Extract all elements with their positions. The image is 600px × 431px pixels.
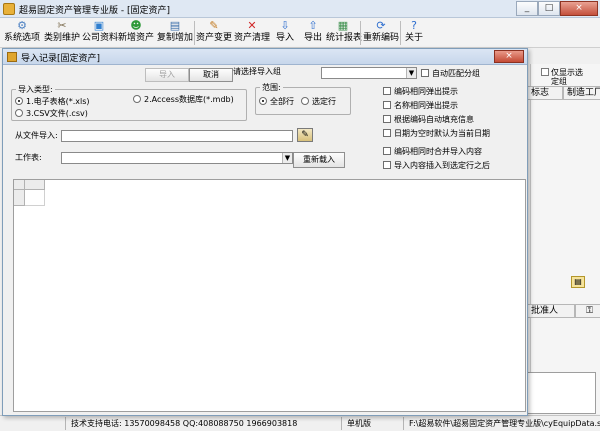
option-insert-after-selected[interactable]: 导入内容插入到选定行之后 xyxy=(383,161,490,171)
option-name-duplicate-prompt[interactable]: 名称相同弹出提示 xyxy=(383,101,458,111)
export-icon: ⇧ xyxy=(308,19,318,32)
toolbar-button-edit[interactable]: ✎ 资产变更 xyxy=(196,19,232,47)
option-code-duplicate-prompt[interactable]: 编码相同弹出提示 xyxy=(383,87,458,97)
option-autofill-by-code[interactable]: 根据编码自动填充信息 xyxy=(383,115,474,125)
option-default-current-date[interactable]: 日期为空时默认为当前日期 xyxy=(383,129,490,139)
toolbar-button-label: 关于 xyxy=(404,33,423,43)
preview-grid[interactable] xyxy=(13,179,526,412)
recode-icon: ⟳ xyxy=(376,19,386,32)
toolbar-separator xyxy=(194,21,195,45)
tools-icon: ✂ xyxy=(57,19,67,32)
report-icon: ▦ xyxy=(337,19,349,32)
from-file-label: 从文件导入: xyxy=(15,131,58,140)
toolbar-button-label: 系统选项 xyxy=(3,33,40,43)
lock-icon: ⚿ xyxy=(575,304,600,318)
toolbar-button-label: 资产清理 xyxy=(234,33,271,43)
browse-file-icon[interactable]: ✎ xyxy=(297,128,313,142)
folder-icon[interactable]: ▤ xyxy=(571,276,585,288)
toolbar-button-label: 类别维护 xyxy=(44,33,81,43)
radio-all-rows[interactable]: 全部行 xyxy=(259,97,294,107)
edit-icon: ✎ xyxy=(209,19,219,32)
worksheet-select[interactable]: ▼ xyxy=(61,152,293,164)
toolbar-button-tools[interactable]: ✂ 类别维护 xyxy=(44,19,80,47)
toolbar-button-label: 统计报表 xyxy=(326,33,363,43)
close-button[interactable]: × xyxy=(560,1,598,16)
toolbar-button-report[interactable]: ▦ 统计报表 xyxy=(326,19,363,47)
statusbar: 技术支持电话: 13570098458 QQ:408088750 1966903… xyxy=(0,415,600,431)
toolbar-button-label: 公司资料 xyxy=(82,33,119,43)
toolbar: ⚙ 系统选项 ✂ 类别维护 ▣ 公司资料 ☻ 新增资产 ▤ 复制增加 ✎ 资产变更 ✕ 资产清理 ⇩ 导入 ⇧ 导… xyxy=(0,18,600,48)
toolbar-separator xyxy=(360,21,361,45)
toolbar-button-folder[interactable]: ▣ 公司资料 xyxy=(82,19,119,47)
radio-access[interactable]: 2.Access数据库(*.mdb) xyxy=(133,95,234,105)
radio-excel[interactable]: 1.电子表格(*.xls) xyxy=(15,97,90,107)
import-group-select[interactable]: ▼ xyxy=(321,67,417,79)
add-user-icon: ☻ xyxy=(130,19,142,32)
delete-icon: ✕ xyxy=(247,19,257,32)
toolbar-button-add-user[interactable]: ☻ 新增资产 xyxy=(118,19,154,47)
grid-cell[interactable] xyxy=(25,190,45,206)
chevron-down-icon: ▼ xyxy=(406,68,416,78)
column-header-manufacturer[interactable]: 制造工厂 xyxy=(563,86,600,100)
dialog-icon xyxy=(7,52,17,62)
background-right-panel: 仅显示选 定组 标志 制造工厂 ▤ 批准人 ⚿ xyxy=(527,64,600,414)
status-support: 技术支持电话: 13570098458 QQ:408088750 1966903… xyxy=(68,417,342,430)
toolbar-button-settings[interactable]: ⚙ 系统选项 xyxy=(2,19,42,47)
folder-icon: ▣ xyxy=(93,19,105,32)
toolbar-button-label: 重新编码 xyxy=(362,33,399,43)
toolbar-button-recode[interactable]: ⟳ 重新编码 xyxy=(362,19,400,47)
toolbar-button-label: 新增资产 xyxy=(118,33,155,43)
select-group-label: 请选择导入组 xyxy=(233,67,281,76)
toolbar-button-label: 导出 xyxy=(303,33,322,43)
grid-column-header[interactable] xyxy=(25,180,45,190)
window-title: 超易固定资产管理专业版 - [固定资产] xyxy=(19,6,170,16)
chevron-down-icon: ▼ xyxy=(282,153,292,163)
settings-icon: ⚙ xyxy=(17,19,27,32)
toolbar-button-label: 复制增加 xyxy=(156,33,193,43)
reload-button[interactable]: 重新载入 xyxy=(293,152,345,168)
toolbar-button-delete[interactable]: ✕ 资产清理 xyxy=(234,19,270,47)
option-merge-same-code[interactable]: 编码相同时合并导入内容 xyxy=(383,147,482,157)
dialog-title: 导入记录[固定资产] xyxy=(21,54,101,64)
only-show-selected-checkbox[interactable]: 仅显示选 定组 xyxy=(541,68,583,86)
auto-match-checkbox[interactable]: 自动匹配分组 xyxy=(421,69,480,79)
column-header-approver[interactable]: 批准人 xyxy=(527,304,575,318)
maximize-button[interactable]: □ xyxy=(538,1,560,16)
copy-icon: ▤ xyxy=(169,19,181,32)
status-cell-empty xyxy=(0,417,66,430)
radio-selected-rows[interactable]: 选定行 xyxy=(301,97,336,107)
status-mode: 单机版 xyxy=(344,417,404,430)
help-icon: ? xyxy=(411,19,417,32)
toolbar-button-copy[interactable]: ▤ 复制增加 xyxy=(156,19,194,47)
toolbar-button-help[interactable]: ? 关于 xyxy=(402,19,426,47)
column-header-flag[interactable]: 标志 xyxy=(527,86,563,100)
toolbar-button-export[interactable]: ⇧ 导出 xyxy=(300,19,326,47)
toolbar-button-import[interactable]: ⇩ 导入 xyxy=(272,19,298,47)
grid-corner xyxy=(14,180,25,190)
import-button[interactable]: 导入 xyxy=(145,68,189,82)
file-path-input[interactable] xyxy=(61,130,293,142)
grid-row-header[interactable] xyxy=(14,190,25,206)
minimize-button[interactable]: _ xyxy=(516,1,538,16)
toolbar-button-label: 资产变更 xyxy=(196,33,233,43)
toolbar-separator xyxy=(400,21,401,45)
main-titlebar: 超易固定资产管理专业版 - [固定资产] _ □ × xyxy=(0,0,600,18)
radio-csv[interactable]: 3.CSV文件(.csv) xyxy=(15,109,88,119)
dialog-close-button[interactable]: × xyxy=(494,50,524,63)
app-icon xyxy=(3,3,15,15)
worksheet-label: 工作表: xyxy=(15,153,42,162)
toolbar-button-label: 导入 xyxy=(275,33,294,43)
import-icon: ⇩ xyxy=(280,19,290,32)
cancel-button[interactable]: 取消 xyxy=(189,68,233,82)
status-path: F:\超易软件\超易固定资产管理专业版\cyEquipData.sys xyxy=(409,419,600,428)
import-dialog: 导入记录[固定资产] × 导入 取消 请选择导入组 ▼ 自动匹配分组 导入类型:… xyxy=(2,48,528,416)
dialog-titlebar: 导入记录[固定资产] × xyxy=(3,49,527,65)
